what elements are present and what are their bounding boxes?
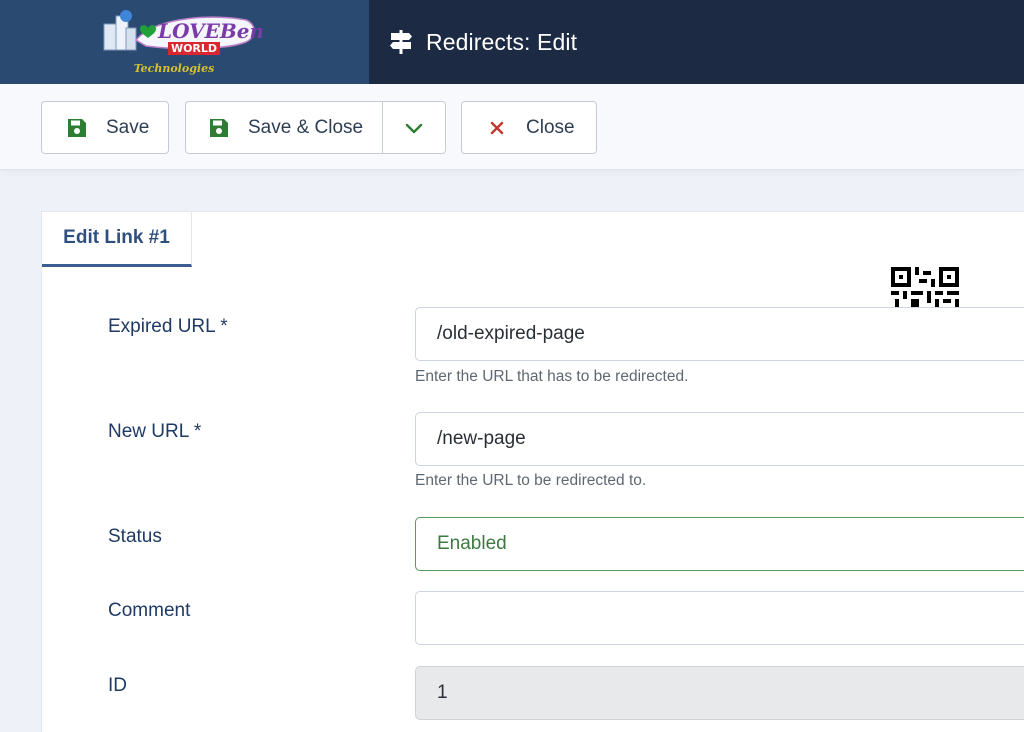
id-label: ID	[108, 675, 127, 696]
chevron-down-icon	[405, 123, 423, 133]
app-header: LOVEBeng WORLD Technologies Redirects: E…	[0, 0, 1024, 84]
page-title: Redirects: Edit	[388, 24, 577, 60]
save-button[interactable]: Save	[41, 101, 169, 154]
close-button[interactable]: Close	[461, 101, 597, 154]
save-close-button-label: Save & Close	[248, 116, 364, 138]
save-button-label: Save	[106, 116, 150, 138]
toolbar: Save Save & Close Close	[0, 84, 1024, 170]
status-label: Status	[108, 526, 162, 547]
tab-bar: Edit Link #1	[42, 212, 1024, 267]
brand-logo: LOVEBeng WORLD Technologies	[103, 10, 262, 75]
logo-area[interactable]: LOVEBeng WORLD Technologies	[0, 0, 369, 84]
tab-edit-link[interactable]: Edit Link #1	[42, 212, 192, 267]
x-icon	[490, 121, 504, 134]
svg-text:WORLD: WORLD	[171, 42, 217, 55]
tab-bar-spacer	[192, 212, 1024, 267]
signpost-icon	[390, 30, 412, 54]
save-close-button[interactable]: Save & Close	[185, 101, 383, 154]
expired-url-label: Expired URL *	[108, 316, 228, 337]
comment-label: Comment	[108, 600, 191, 621]
expired-url-input[interactable]	[415, 307, 1024, 361]
status-select[interactable]: Enabled	[415, 517, 1024, 571]
svg-text:Technologies: Technologies	[134, 62, 215, 75]
edit-form-card: Edit Link #1 Expired URL * Enter the URL…	[41, 211, 1024, 732]
new-url-help: Enter the URL to be redirected to.	[415, 472, 647, 489]
new-url-input[interactable]	[415, 412, 1024, 466]
id-value: 1	[437, 682, 448, 703]
floppy-disk-icon	[210, 118, 228, 137]
id-readonly-field: 1	[415, 666, 1024, 720]
close-button-label: Close	[526, 116, 575, 138]
comment-input[interactable]	[415, 591, 1024, 645]
page-title-text: Redirects: Edit	[426, 28, 578, 55]
svg-text:LOVEBeng: LOVEBeng	[157, 19, 262, 43]
status-select-value: Enabled	[437, 533, 507, 554]
save-options-dropdown-button[interactable]	[382, 101, 446, 154]
floppy-disk-icon	[68, 118, 86, 137]
new-url-label: New URL *	[108, 421, 202, 442]
expired-url-help: Enter the URL that has to be redirected.	[415, 368, 689, 385]
